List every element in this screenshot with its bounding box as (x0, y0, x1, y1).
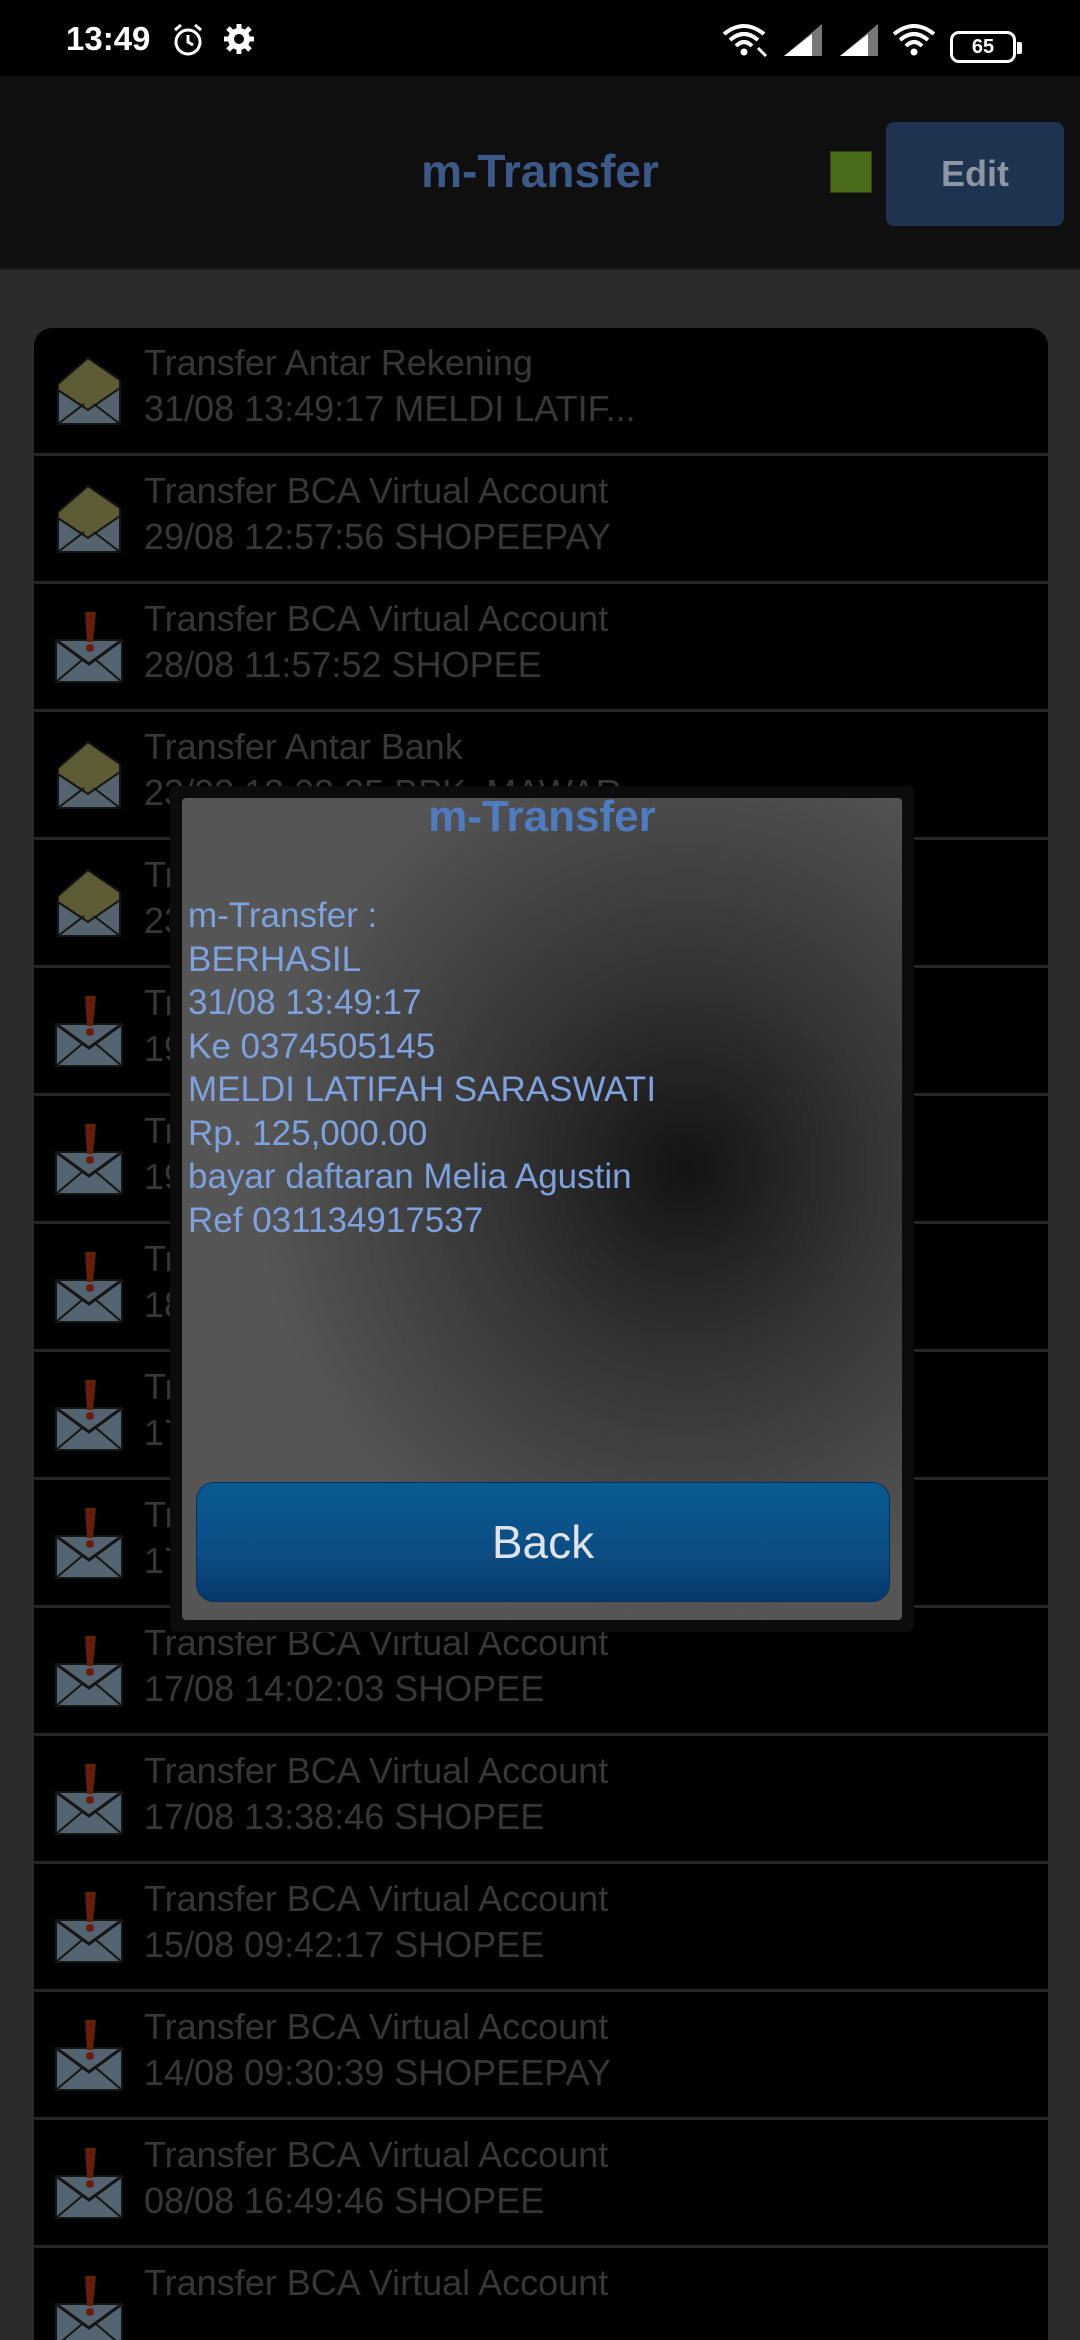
message-line: bayar daftaran Melia Agustin (188, 1157, 632, 1196)
settings-icon (222, 22, 256, 56)
message-line: BERHASIL (188, 939, 362, 979)
message-line: m-Transfer : (188, 896, 378, 935)
status-bar: 13:49 65 (0, 0, 1080, 76)
transfer-result-dialog: m-Transfer m-Transfer : BERHASIL 31/08 1… (170, 786, 914, 1632)
message-line: 31/08 13:49:17 (188, 983, 422, 1022)
message-line: Ref 031134917537 (188, 1200, 484, 1240)
wifi-icon (892, 22, 938, 58)
status-indicator (830, 151, 872, 193)
status-time: 13:49 (66, 20, 151, 57)
back-button[interactable]: Back (196, 1482, 890, 1602)
signal-icon (838, 22, 880, 58)
alarm-icon (170, 22, 206, 58)
edit-button[interactable]: Edit (886, 122, 1064, 226)
app-header: m-Transfer Edit (0, 76, 1080, 270)
message-line: Ke 0374505145 (188, 1026, 436, 1066)
battery-icon: 65 (950, 31, 1022, 63)
dialog-title: m-Transfer (428, 792, 656, 841)
message-line: MELDI LATIFAH SARASWATI (188, 1070, 657, 1109)
wifi-calling-icon (722, 22, 770, 58)
message-line: Rp. 125,000.00 (188, 1113, 428, 1153)
signal-icon (782, 22, 824, 58)
dialog-message: m-Transfer : BERHASIL 31/08 13:49:17 Ke … (188, 894, 656, 1242)
